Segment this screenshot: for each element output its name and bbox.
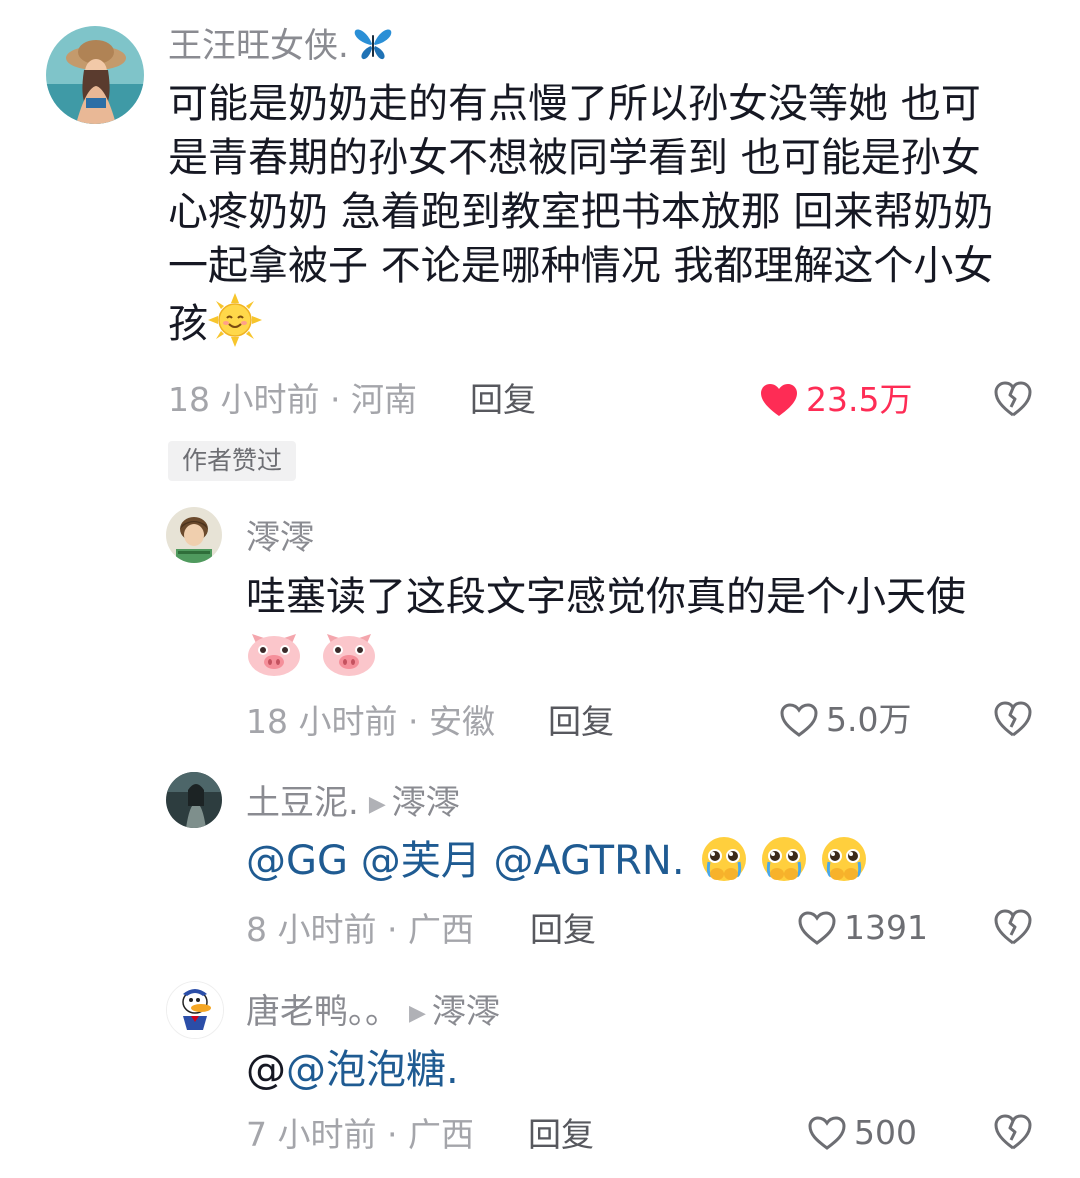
pig-face-icon <box>246 628 302 692</box>
reply-button[interactable]: 回复 <box>530 910 596 950</box>
broken-heart-icon <box>994 701 1032 737</box>
reply-text: @GG @芙月 @AGTRN. <box>246 834 1046 898</box>
broken-heart-icon <box>994 1114 1032 1150</box>
pig-face-icon <box>321 628 377 692</box>
dislike-button[interactable] <box>994 701 1032 741</box>
like-button[interactable]: 23.5万 <box>760 380 912 420</box>
like-button[interactable]: 1391 <box>798 908 928 948</box>
mention-link[interactable]: @芙月 <box>361 838 481 884</box>
author-liked-badge: 作者赞过 <box>168 441 297 481</box>
like-count: 1391 <box>844 908 928 947</box>
avatar[interactable] <box>166 981 224 1039</box>
broken-heart-icon <box>994 381 1032 417</box>
dislike-button[interactable] <box>994 909 1032 949</box>
like-button[interactable]: 500 <box>808 1113 917 1153</box>
avatar[interactable] <box>166 772 222 828</box>
butterfly-icon <box>353 27 393 61</box>
comment-text: 可能是奶奶走的有点慢了所以孙女没等她 也可 是青春期的孙女不想被同学看到 也可能… <box>168 77 1048 361</box>
mention-link[interactable]: @泡泡糖. <box>286 1047 459 1093</box>
reply-author[interactable]: 土豆泥. ▶ 澪澪 <box>246 783 460 825</box>
heart-outline-icon <box>798 911 836 945</box>
avatar[interactable] <box>46 26 144 124</box>
reply-button[interactable]: 回复 <box>548 702 614 742</box>
dislike-button[interactable] <box>994 381 1032 421</box>
sun-smile-icon <box>208 293 262 361</box>
author-name[interactable]: 土豆泥. <box>246 783 359 823</box>
reply-text-prefix: @ <box>246 1047 286 1093</box>
reply-arrow-icon: ▶ <box>409 1001 426 1026</box>
reply-author[interactable]: 澪澪 <box>246 518 314 558</box>
reply-time-location: 18 小时前 · 安徽 <box>246 702 495 741</box>
like-button[interactable]: 5.0万 <box>780 700 911 740</box>
pleading-face-icon <box>697 834 751 898</box>
reply-button[interactable]: 回复 <box>470 380 536 420</box>
comment-time-location: 18 小时前 · 河南 <box>168 380 417 419</box>
reply-to-name[interactable]: 澪澪 <box>432 992 500 1032</box>
comment-line: 心疼奶奶 急着跑到教室把书本放那 回来帮奶奶 <box>168 189 994 235</box>
reply-to-name[interactable]: 澪澪 <box>392 783 460 823</box>
author-name[interactable]: 唐老鸭。。 <box>246 992 399 1032</box>
comment-line: 是青春期的孙女不想被同学看到 也可能是孙女 <box>168 135 981 181</box>
like-count: 500 <box>854 1113 917 1152</box>
comment-line-text: 孩 <box>168 301 208 347</box>
reply-author[interactable]: 唐老鸭。。 ▶ 澪澪 <box>246 992 500 1034</box>
like-count: 23.5万 <box>806 380 913 419</box>
mention-link[interactable]: @AGTRN. <box>493 838 684 884</box>
heart-outline-icon <box>780 703 818 737</box>
broken-heart-icon <box>994 909 1032 945</box>
heart-outline-icon <box>808 1116 846 1150</box>
emoji-row <box>246 624 1046 690</box>
dislike-button[interactable] <box>994 1114 1032 1154</box>
like-count: 5.0万 <box>826 700 912 739</box>
author-name[interactable]: 王汪旺女侠. <box>168 26 349 66</box>
reply-time-location: 7 小时前 · 广西 <box>246 1115 474 1154</box>
avatar[interactable] <box>166 507 222 563</box>
reply-text: 哇塞读了这段文字感觉你真的是个小天使 <box>246 570 1046 690</box>
pleading-face-icon <box>817 834 871 898</box>
comment-author[interactable]: 王汪旺女侠. <box>168 26 393 66</box>
comment-line: 孩 <box>168 293 1048 361</box>
reply-time-location: 8 小时前 · 广西 <box>246 910 474 949</box>
reply-button[interactable]: 回复 <box>528 1115 594 1155</box>
comment-line: 一起拿被子 不论是哪种情况 我都理解这个小女 <box>168 243 994 289</box>
mention-link[interactable]: @GG <box>246 838 348 884</box>
reply-text-line: 哇塞读了这段文字感觉你真的是个小天使 <box>246 574 966 620</box>
pleading-face-icon <box>757 834 811 898</box>
heart-filled-icon <box>761 384 797 416</box>
author-name[interactable]: 澪澪 <box>246 518 314 558</box>
reply-text: @@泡泡糖. <box>246 1043 1046 1097</box>
comment-line: 可能是奶奶走的有点慢了所以孙女没等她 也可 <box>168 81 981 127</box>
reply-arrow-icon: ▶ <box>368 792 386 817</box>
